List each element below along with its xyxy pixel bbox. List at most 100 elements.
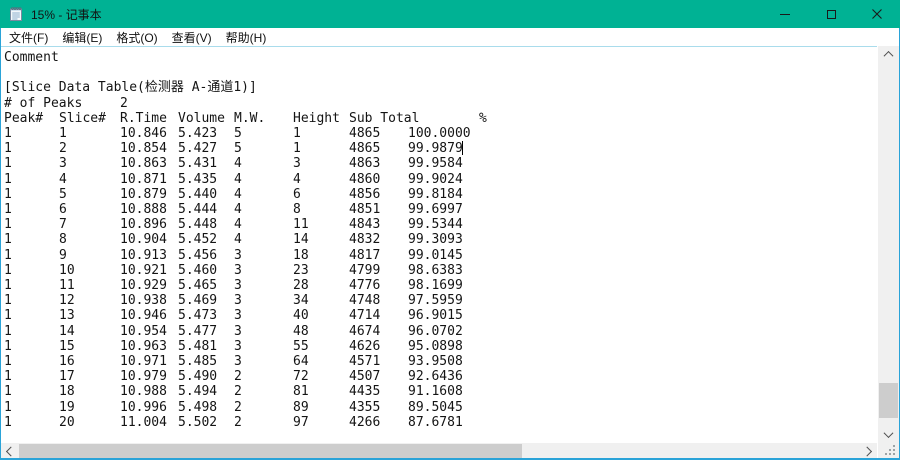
table-cell: 5 — [234, 126, 242, 141]
table-cell: 1 — [293, 126, 301, 141]
table-cell: 4851 — [349, 202, 381, 217]
table-cell: 1 — [4, 384, 12, 400]
table-cell: 4 — [59, 171, 67, 187]
table-cell: 19 — [59, 399, 75, 415]
table-cell: 10.971 — [120, 354, 167, 369]
window-border-left — [0, 28, 1, 460]
table-cell: 99.9584 — [408, 156, 463, 172]
table-cell: 5.473 — [178, 308, 218, 324]
table-cell: 4856 — [349, 186, 381, 202]
table-cell: 4 — [234, 186, 242, 202]
table-cell: 8 — [59, 232, 67, 248]
table-cell: 5.502 — [178, 414, 218, 430]
table-cell: 17 — [59, 369, 75, 385]
table-cell: 18 — [59, 384, 75, 400]
table-cell: 5.490 — [178, 369, 218, 385]
table-cell: 4626 — [349, 338, 381, 354]
table-cell: 3 — [59, 156, 67, 172]
table-cell: 2 — [234, 399, 242, 415]
table-cell: 6 — [59, 202, 67, 217]
table-cell: 20 — [59, 414, 75, 430]
table-cell: 1 — [4, 126, 12, 141]
chevron-down-icon — [883, 428, 894, 439]
table-cell: 4 — [234, 232, 242, 248]
table-cell: 93.9508 — [408, 354, 463, 369]
text-caret — [462, 141, 463, 156]
close-button[interactable] — [854, 0, 900, 28]
scroll-left-button[interactable] — [1, 443, 18, 459]
table-cell: 10.954 — [120, 323, 167, 339]
table-cell: 4863 — [349, 156, 381, 172]
table-cell: 5.477 — [178, 323, 218, 339]
table-cell: 98.1699 — [408, 278, 463, 293]
table-cell: 4860 — [349, 171, 381, 187]
vertical-scrollbar-thumb[interactable] — [879, 383, 898, 418]
table-cell: 5.460 — [178, 262, 218, 278]
scroll-right-button[interactable] — [860, 443, 877, 459]
resize-grip[interactable] — [878, 443, 899, 459]
header-cell: Slice# — [59, 110, 106, 126]
menu-item-file[interactable]: 文件(F) — [2, 28, 55, 47]
horizontal-scrollbar[interactable] — [1, 443, 877, 459]
peaks-value: 2 — [120, 95, 128, 111]
table-cell: 4832 — [349, 232, 381, 248]
table-cell: 2 — [59, 141, 67, 157]
horizontal-scrollbar-thumb[interactable] — [19, 444, 522, 458]
menu-item-edit[interactable]: 编辑(E) — [55, 28, 109, 47]
table-cell: 11 — [293, 217, 309, 233]
maximize-button[interactable] — [808, 0, 854, 28]
table-cell: 1 — [4, 414, 12, 430]
table-cell: 5.481 — [178, 338, 218, 354]
table-cell: 72 — [293, 369, 309, 385]
window-title: 15% - 记事本 — [31, 7, 102, 22]
table-cell: 4865 — [349, 141, 381, 157]
minimize-button[interactable] — [762, 0, 808, 28]
table-cell: 4 — [234, 202, 242, 217]
table-cell: 10.938 — [120, 293, 167, 309]
resize-grip-icon — [885, 445, 895, 455]
title-bar[interactable]: 15% - 记事本 — [0, 0, 900, 28]
table-cell: 5.444 — [178, 202, 218, 217]
notepad-window: 15% - 记事本 文件(F) 编辑(E) 格式(O) 查看(V) 帮助(H) Comm… — [0, 0, 900, 460]
scroll-up-button[interactable] — [878, 46, 899, 63]
table-cell: 5 — [59, 186, 67, 202]
menu-bar: 文件(F) 编辑(E) 格式(O) 查看(V) 帮助(H) — [1, 28, 899, 46]
menu-item-help[interactable]: 帮助(H) — [219, 28, 274, 47]
table-cell: 5.485 — [178, 354, 218, 369]
header-cell: R.Time — [120, 110, 167, 126]
table-cell: 23 — [293, 262, 309, 278]
table-cell: 5.456 — [178, 247, 218, 263]
table-cell: 5.469 — [178, 293, 218, 309]
table-cell: 4 — [234, 156, 242, 172]
table-cell: 16 — [59, 354, 75, 369]
close-icon — [872, 9, 882, 19]
table-cell: 4674 — [349, 323, 381, 339]
table-cell: 100.0000 — [408, 126, 471, 141]
table-cell: 40 — [293, 308, 309, 324]
table-cell: 10.879 — [120, 186, 167, 202]
table-cell: 5.452 — [178, 232, 218, 248]
table-cell: 96.9015 — [408, 308, 463, 324]
notepad-icon[interactable] — [8, 6, 24, 22]
table-cell: 81 — [293, 384, 309, 400]
scroll-down-button[interactable] — [878, 426, 899, 443]
table-cell: 4266 — [349, 414, 381, 430]
text-editor[interactable]: Comment [Slice Data Table(检测器 A-通道1)] # of… — [1, 46, 877, 443]
table-cell: 4571 — [349, 354, 381, 369]
table-cell: 4714 — [349, 308, 381, 324]
table-cell: 4865 — [349, 126, 381, 141]
peaks-label: # of Peaks — [4, 95, 83, 111]
table-cell: 3 — [234, 308, 242, 324]
table-cell: 14 — [293, 232, 309, 248]
table-cell: 1 — [4, 399, 12, 415]
table-cell: 3 — [234, 278, 242, 293]
chevron-right-icon — [862, 446, 873, 456]
menu-item-format[interactable]: 格式(O) — [109, 28, 164, 47]
menu-item-view[interactable]: 查看(V) — [165, 28, 219, 47]
vertical-scrollbar[interactable] — [878, 46, 899, 443]
table-cell: 10.871 — [120, 171, 167, 187]
table-cell: 92.6436 — [408, 369, 463, 385]
table-cell: 1 — [4, 262, 12, 278]
minimize-icon — [780, 13, 790, 15]
table-cell: 89.5045 — [408, 399, 463, 415]
